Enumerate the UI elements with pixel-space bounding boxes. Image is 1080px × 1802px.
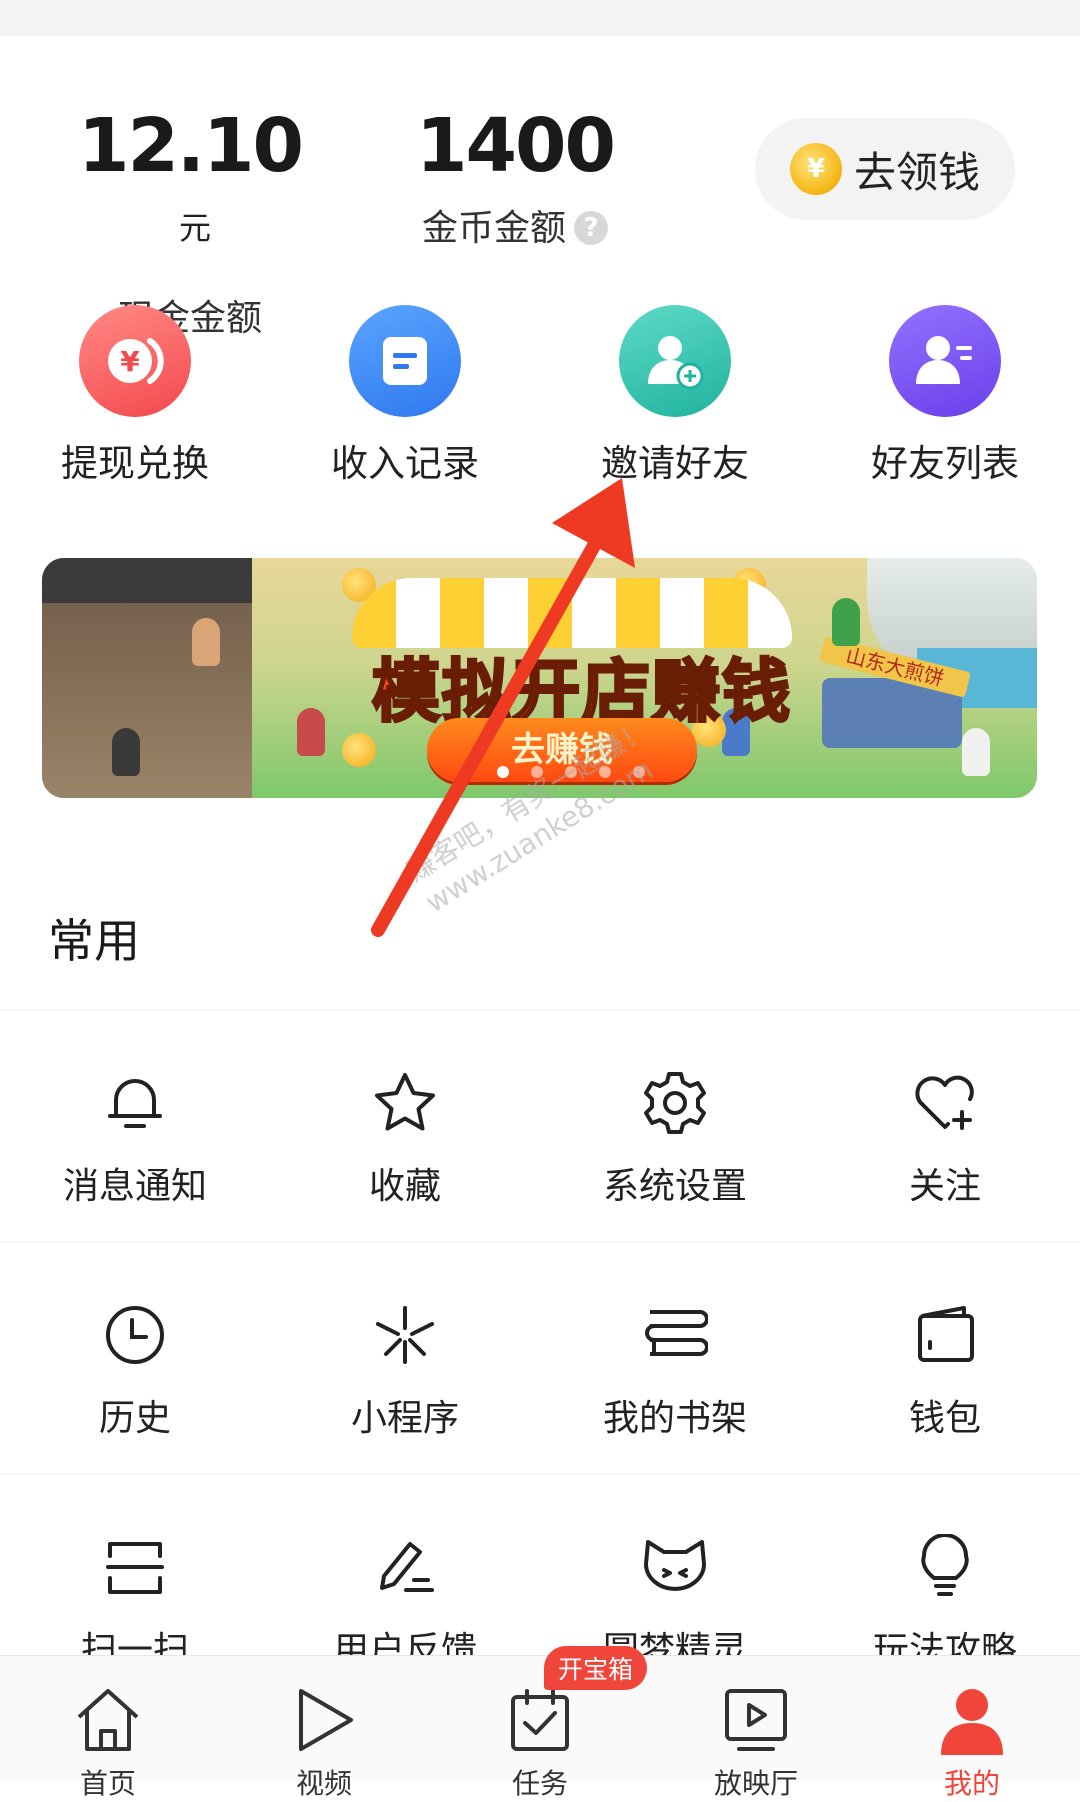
tab-label: 放映厅 (713, 1767, 798, 1800)
lightbulb-icon (905, 1527, 985, 1607)
play-icon (282, 1678, 366, 1762)
grid-label: 我的书架 (602, 1398, 747, 1439)
get-money-button[interactable]: ¥ 去领钱 (755, 118, 1015, 220)
screen-icon (714, 1678, 798, 1762)
follow-button[interactable]: 关注 (810, 1010, 1080, 1242)
document-icon (349, 305, 461, 417)
cash-amount: 12.10元 (77, 103, 304, 247)
carousel-dot (497, 766, 509, 778)
grid-label: 系统设置 (602, 1166, 747, 1207)
mini-program-button[interactable]: 小程序 (270, 1242, 540, 1474)
help-icon[interactable]: ? (574, 211, 608, 245)
gear-icon (635, 1063, 715, 1143)
grid-label: 消息通知 (62, 1166, 207, 1207)
income-record-button[interactable]: 收入记录 (270, 305, 540, 487)
history-button[interactable]: 历史 (0, 1242, 270, 1474)
grid-label: 小程序 (350, 1398, 459, 1439)
clock-icon (95, 1295, 175, 1375)
bell-icon (95, 1063, 175, 1143)
cat-face-icon (635, 1527, 715, 1607)
quick-label: 好友列表 (871, 442, 1019, 485)
mini-program-icon (365, 1295, 445, 1375)
wallet-icon (905, 1295, 985, 1375)
get-money-label: 去领钱 (853, 147, 980, 197)
wallet-button[interactable]: 钱包 (810, 1242, 1080, 1474)
banner-character (297, 708, 325, 756)
quick-label: 提现兑换 (61, 442, 209, 485)
add-user-icon (619, 305, 731, 417)
tab-task[interactable]: 任务 开宝箱 (432, 1646, 648, 1800)
task-icon (498, 1678, 582, 1762)
scan-icon (95, 1527, 175, 1607)
section-title-common: 常用 (48, 914, 140, 968)
profile-icon (930, 1678, 1014, 1762)
cash-unit: 元 (178, 209, 211, 247)
gold-coin-icon: ¥ (789, 143, 842, 195)
promo-banner[interactable]: 山东大煎饼 模拟开店赚钱 去赚钱 (42, 558, 1037, 798)
tab-label: 首页 (79, 1767, 136, 1800)
quick-label: 邀请好友 (601, 442, 749, 485)
banner-character (112, 728, 140, 776)
tab-video[interactable]: 视频 (216, 1656, 432, 1800)
notifications-button[interactable]: 消息通知 (0, 1010, 270, 1242)
tab-label: 我的 (943, 1767, 1000, 1800)
banner-character (832, 598, 860, 646)
banner-character (962, 728, 990, 776)
user-list-icon (889, 305, 1001, 417)
my-bookshelf-button[interactable]: 我的书架 (540, 1242, 810, 1474)
grid-label: 收藏 (368, 1166, 441, 1207)
quick-actions: ¥ 提现兑换 收入记录 邀请好友 好友列表 (0, 305, 1080, 487)
tab-home[interactable]: 首页 (0, 1656, 216, 1800)
friend-list-button[interactable]: 好友列表 (810, 305, 1080, 487)
grid-row: 历史 小程序 我的书架 钱包 (0, 1242, 1080, 1474)
status-strip (0, 0, 1080, 36)
yuan-coin-icon: ¥ (79, 305, 191, 417)
grid-label: 关注 (908, 1166, 981, 1207)
banner-character (192, 618, 220, 666)
star-icon (365, 1063, 445, 1143)
tab-label: 任务 (511, 1767, 568, 1800)
grid-label: 历史 (98, 1398, 171, 1439)
bookshelf-icon (635, 1295, 715, 1375)
tab-label: 视频 (295, 1767, 352, 1800)
coin-label: 金币金额 (421, 208, 566, 249)
coin-decoration (342, 733, 376, 767)
grid-row: 消息通知 收藏 系统设置 关注 (0, 1010, 1080, 1242)
coin-balance[interactable]: 1400 金币金额? (405, 105, 625, 251)
tab-screening-hall[interactable]: 放映厅 (648, 1656, 864, 1800)
withdraw-exchange-button[interactable]: ¥ 提现兑换 (0, 305, 270, 487)
coin-amount: 1400 (416, 103, 616, 189)
home-icon (66, 1678, 150, 1762)
grid-label: 钱包 (908, 1398, 981, 1439)
invite-friends-button[interactable]: 邀请好友 (540, 305, 810, 487)
pen-icon (365, 1527, 445, 1607)
quick-label: 收入记录 (331, 442, 479, 485)
favorites-button[interactable]: 收藏 (270, 1010, 540, 1242)
coin-label-row: 金币金额? (405, 199, 625, 251)
svg-text:¥: ¥ (120, 345, 140, 378)
heart-plus-icon (905, 1063, 985, 1143)
banner-building-image (42, 558, 252, 798)
treasure-box-badge[interactable]: 开宝箱 (544, 1646, 648, 1690)
bottom-navigation: 首页 视频 任务 开宝箱 放映厅 我的 (0, 1646, 1080, 1800)
tab-mine[interactable]: 我的 (864, 1656, 1080, 1800)
common-tools-grid: 消息通知 收藏 系统设置 关注 历史 小程序 我的书架 钱包 扫一扫 用户反馈 … (0, 1010, 1080, 1706)
system-settings-button[interactable]: 系统设置 (540, 1010, 810, 1242)
